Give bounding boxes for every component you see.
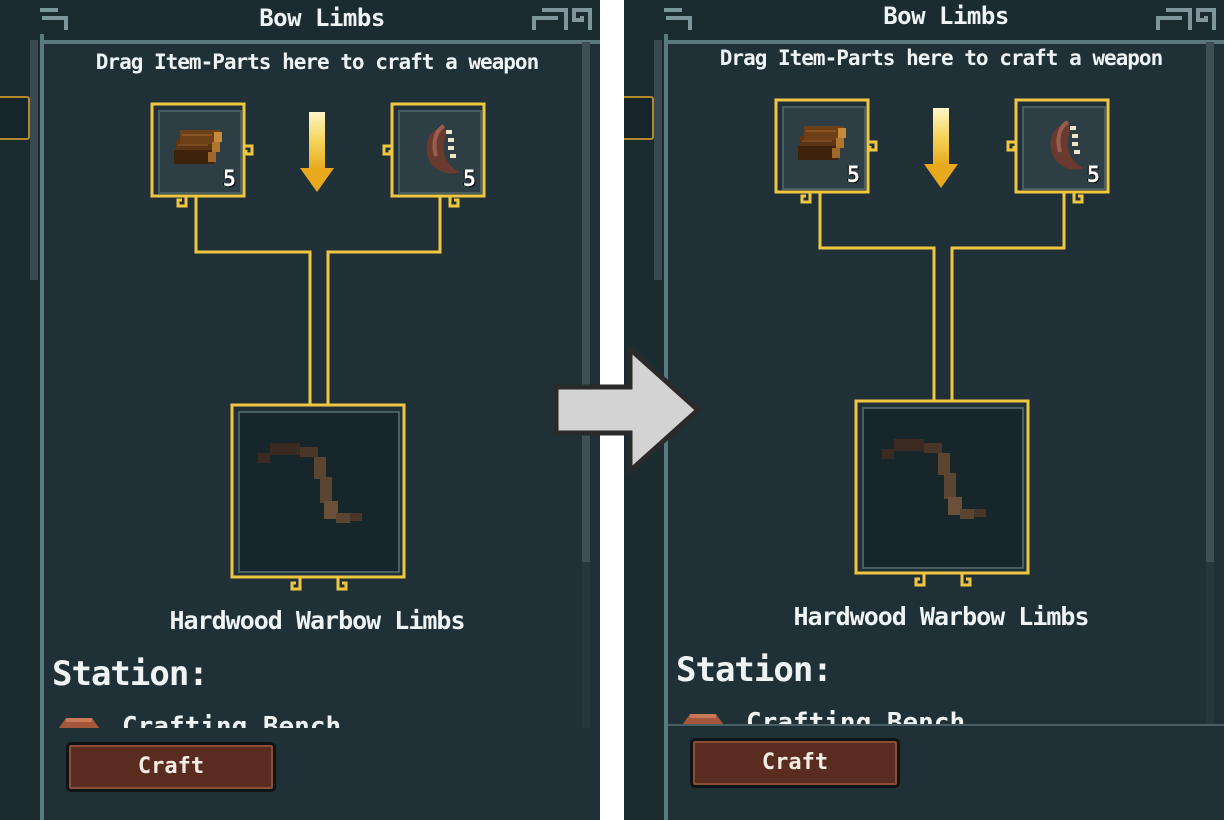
- ingredient-quantity: 5: [462, 167, 476, 192]
- curved-limb-part-icon: [1050, 120, 1084, 170]
- ingredient-slot-1[interactable]: 5: [782, 106, 866, 190]
- station-entry: Crafting Bench: [52, 712, 572, 728]
- station-entry: Crafting Bench: [676, 708, 1196, 724]
- station-label: Station:: [52, 654, 209, 694]
- crafting-bench-icon: [58, 718, 100, 728]
- result-slot[interactable]: [238, 411, 400, 573]
- transition-arrow-icon: [553, 345, 702, 475]
- ingredient-quantity: 5: [222, 167, 236, 192]
- craft-button[interactable]: Craft: [66, 742, 276, 792]
- curved-limb-part-icon: [426, 124, 460, 174]
- ingredient-slot-1[interactable]: 5: [158, 110, 242, 194]
- hardwood-log-icon: [798, 126, 846, 160]
- ingredient-quantity: 5: [1086, 163, 1100, 188]
- ingredient-slot-2[interactable]: 5: [398, 110, 482, 194]
- warbow-limbs-icon: [882, 439, 986, 519]
- result-slot[interactable]: [862, 407, 1024, 569]
- hardwood-log-icon: [174, 130, 222, 164]
- result-item-name: Hardwood Warbow Limbs: [169, 606, 465, 635]
- ingredient-slot-2[interactable]: 5: [1022, 106, 1106, 190]
- ingredient-quantity: 5: [846, 163, 860, 188]
- station-name: Crafting Bench: [122, 712, 342, 728]
- station-label: Station:: [676, 650, 833, 690]
- station-name: Crafting Bench: [746, 708, 966, 724]
- down-arrow-icon: [300, 112, 334, 192]
- crafting-panel-before: Bow Limbs Drag Item-Parts here to craft …: [0, 0, 600, 820]
- down-arrow-icon: [924, 108, 958, 188]
- crafting-panel-after: Bow Limbs Drag Item-Parts here to craft …: [624, 0, 1224, 820]
- crafting-bench-icon: [682, 714, 724, 724]
- warbow-limbs-icon: [258, 443, 362, 523]
- result-item-name: Hardwood Warbow Limbs: [793, 602, 1089, 631]
- craft-button[interactable]: Craft: [690, 738, 900, 788]
- footer-separator: [668, 724, 1224, 726]
